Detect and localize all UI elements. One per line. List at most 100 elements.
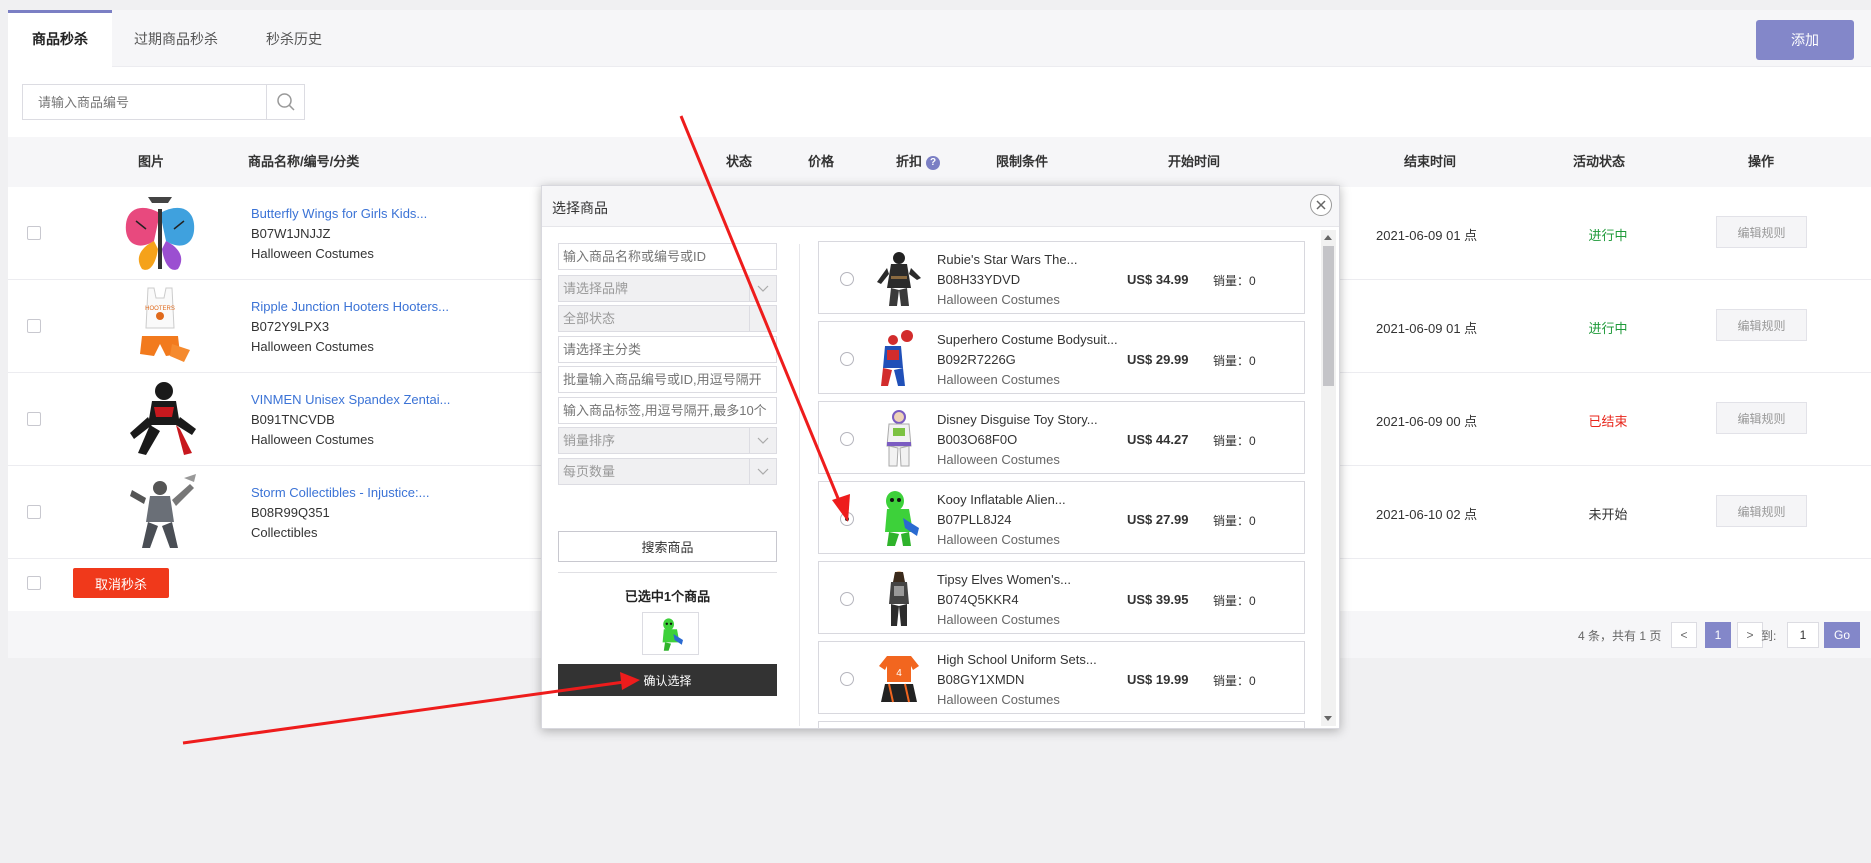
panel-divider	[799, 244, 800, 726]
product-name: Superhero Costume Bodysuit...	[937, 332, 1118, 347]
product-category: Halloween Costumes	[251, 339, 374, 354]
product-card[interactable]: 4 High School Uniform Sets... B08GY1XMDN…	[818, 641, 1305, 714]
search-input[interactable]	[23, 85, 266, 119]
add-button[interactable]: 添加	[1756, 20, 1854, 60]
tags-input[interactable]	[558, 397, 777, 424]
scroll-up-icon[interactable]	[1324, 235, 1332, 240]
product-card[interactable]: Tipsy Elves Women's... B074Q5KKR4 Hallow…	[818, 561, 1305, 634]
product-radio[interactable]	[840, 352, 854, 366]
product-card[interactable]: Rubie's Star Wars The... B08H33YDVD Hall…	[818, 241, 1305, 314]
edit-rule-button[interactable]: 编辑规则	[1716, 495, 1807, 527]
product-category: Halloween Costumes	[937, 692, 1060, 707]
svg-text:4: 4	[896, 668, 902, 679]
chevron-down-icon	[749, 428, 776, 453]
product-code: B092R7226G	[937, 352, 1016, 367]
product-name-link[interactable]: VINMEN Unisex Spandex Zentai...	[251, 392, 450, 407]
col-price: 价格	[808, 154, 835, 169]
product-category: Halloween Costumes	[251, 432, 374, 447]
main-category-input[interactable]	[558, 336, 777, 363]
product-radio[interactable]	[840, 272, 854, 286]
product-category: Halloween Costumes	[937, 612, 1060, 627]
goto-label: 到:	[1761, 629, 1777, 643]
confirm-selection-button[interactable]: 确认选择	[558, 664, 777, 696]
edit-rule-button[interactable]: 编辑规则	[1716, 216, 1807, 248]
col-status: 状态	[726, 154, 753, 169]
chevron-down-icon	[749, 276, 776, 301]
product-name-link[interactable]: Storm Collectibles - Injustice:...	[251, 485, 429, 500]
close-icon	[1316, 200, 1326, 210]
search-button[interactable]	[266, 85, 304, 119]
product-category: Halloween Costumes	[937, 292, 1060, 307]
product-sales: 销量：0	[1213, 434, 1256, 448]
row-checkbox[interactable]	[27, 226, 41, 240]
product-radio[interactable]	[840, 592, 854, 606]
activity-status: 进行中	[1588, 321, 1628, 336]
product-radio[interactable]	[840, 672, 854, 686]
brand-select[interactable]: 请选择品牌	[558, 275, 777, 302]
select-product-dialog: 选择商品 请选择品牌 全部状态 销量排序 每页数量 搜索商品 已选中1个商品 确…	[541, 185, 1340, 729]
product-card-partial[interactable]	[818, 721, 1305, 728]
product-category: Halloween Costumes	[937, 372, 1060, 387]
prev-page-button[interactable]: <	[1671, 622, 1697, 648]
row-checkbox[interactable]	[27, 319, 41, 333]
product-radio-selected[interactable]	[840, 512, 854, 526]
product-code: B08GY1XMDN	[937, 672, 1025, 687]
tab-flash-sale-history[interactable]: 秒杀历史	[248, 10, 340, 67]
select-all-checkbox[interactable]	[27, 576, 41, 590]
page-button-current[interactable]: 1	[1705, 622, 1731, 648]
row-checkbox[interactable]	[27, 505, 41, 519]
go-button[interactable]: Go	[1824, 622, 1860, 648]
cancel-flash-sale-button[interactable]: 取消秒杀	[73, 568, 169, 598]
selected-product-thumbnail[interactable]	[642, 612, 699, 655]
sort-select[interactable]: 销量排序	[558, 427, 777, 454]
batch-code-input[interactable]	[558, 366, 777, 393]
product-code: B072Y9LPX3	[251, 319, 330, 334]
product-search	[22, 84, 305, 120]
chevron-down-icon	[749, 459, 776, 484]
product-name-link[interactable]: Ripple Junction Hooters Hooters...	[251, 299, 449, 314]
col-start-time: 开始时间	[1168, 154, 1221, 169]
product-card[interactable]: Disney Disguise Toy Story... B003O68F0O …	[818, 401, 1305, 474]
brand-select-value: 请选择品牌	[563, 281, 629, 296]
selected-count: 已选中1个商品	[624, 589, 711, 604]
product-list-scrollbar[interactable]	[1321, 230, 1336, 726]
search-products-button[interactable]: 搜索商品	[558, 531, 777, 562]
product-name-link[interactable]: Butterfly Wings for Girls Kids...	[251, 206, 427, 221]
product-sales: 销量：0	[1213, 354, 1256, 368]
edit-rule-button[interactable]: 编辑规则	[1716, 402, 1807, 434]
col-end-time: 结束时间	[1404, 154, 1457, 169]
product-code: B07PLL8J24	[937, 512, 1012, 527]
activity-status: 进行中	[1588, 228, 1628, 243]
status-select-value: 全部状态	[563, 311, 616, 326]
scroll-down-icon[interactable]	[1324, 716, 1332, 721]
svg-text:HOOTERS: HOOTERS	[145, 306, 175, 312]
goto-page-input[interactable]	[1787, 622, 1819, 648]
product-name-input[interactable]	[558, 243, 777, 270]
help-icon[interactable]: ?	[926, 156, 941, 170]
action-figure-image	[130, 474, 196, 548]
product-name: Rubie's Star Wars The...	[937, 252, 1078, 267]
scrollbar-thumb[interactable]	[1323, 246, 1334, 386]
tab-flash-sale[interactable]: 商品秒杀	[8, 10, 112, 67]
product-card[interactable]: Kooy Inflatable Alien... B07PLL8J24 Hall…	[818, 481, 1305, 554]
close-button[interactable]	[1310, 194, 1332, 216]
product-radio[interactable]	[840, 432, 854, 446]
school-uniform-image: 4	[879, 656, 919, 703]
tab-expired-flash-sale[interactable]: 过期商品秒杀	[120, 10, 232, 67]
superhero-bodysuit-image	[881, 330, 913, 386]
row-checkbox[interactable]	[27, 412, 41, 426]
divider	[558, 572, 777, 573]
star-wars-costume-image	[877, 252, 921, 306]
search-icon	[276, 93, 295, 111]
product-price: US$ 29.99	[1127, 352, 1189, 367]
per-page-select[interactable]: 每页数量	[558, 458, 777, 485]
dialog-header: 选择商品	[542, 186, 1339, 227]
product-card[interactable]: Superhero Costume Bodysuit... B092R7226G…	[818, 321, 1305, 394]
activity-status: 未开始	[1588, 507, 1628, 522]
next-page-button[interactable]: >	[1737, 622, 1763, 648]
col-discount: 折扣?	[896, 137, 941, 187]
product-name: Tipsy Elves Women's...	[937, 572, 1071, 587]
product-sales: 销量：0	[1213, 674, 1256, 688]
status-select[interactable]: 全部状态	[558, 305, 777, 332]
edit-rule-button[interactable]: 编辑规则	[1716, 309, 1807, 341]
